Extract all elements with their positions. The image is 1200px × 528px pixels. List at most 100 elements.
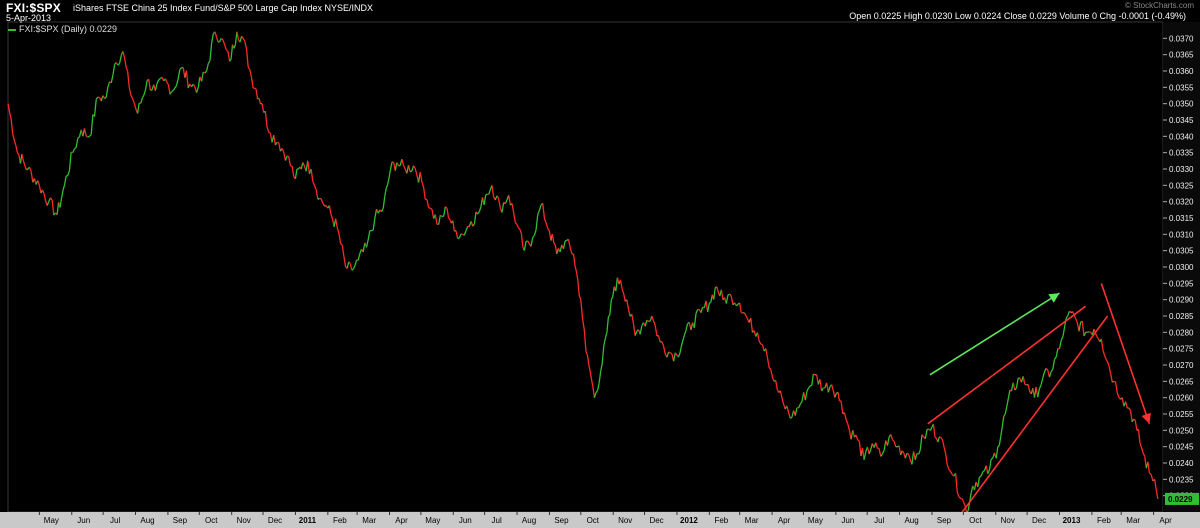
price-segment xyxy=(1124,401,1128,409)
price-segment xyxy=(603,338,606,346)
price-segment xyxy=(294,169,298,179)
price-segment xyxy=(631,314,635,324)
x-tick-label: Nov xyxy=(237,516,251,525)
price-segment xyxy=(230,44,234,60)
price-segment xyxy=(154,83,158,91)
price-segment xyxy=(1128,407,1132,412)
price-segment xyxy=(592,387,596,398)
price-segment xyxy=(886,436,890,446)
price-segment xyxy=(1121,397,1125,407)
price-segment xyxy=(906,452,909,455)
price-segment xyxy=(244,41,248,50)
price-segment xyxy=(247,66,251,71)
plot-frame xyxy=(7,21,1164,513)
price-segment xyxy=(1133,418,1136,421)
price-segment xyxy=(707,302,711,313)
price-segment xyxy=(264,111,268,127)
price-segment xyxy=(1142,452,1146,457)
price-segment xyxy=(148,79,152,91)
y-tick-label: 0.0360 xyxy=(1169,67,1194,76)
y-tick-label: 0.0295 xyxy=(1169,279,1194,288)
price-segment xyxy=(542,203,546,219)
price-segment xyxy=(473,211,477,224)
price-segment xyxy=(75,138,79,148)
price-segment xyxy=(158,77,161,81)
price-segment xyxy=(875,442,879,449)
x-tick-label: Mar xyxy=(745,516,759,525)
price-segment xyxy=(478,206,482,212)
price-segment xyxy=(43,193,47,202)
price-segment xyxy=(59,198,63,208)
price-segment xyxy=(621,288,625,294)
price-segment xyxy=(595,390,599,394)
price-segment xyxy=(220,37,224,41)
price-segment xyxy=(223,44,227,50)
y-tick-label: 0.0265 xyxy=(1169,377,1194,386)
price-segment xyxy=(798,403,801,409)
price-segment xyxy=(255,88,259,99)
price-segment xyxy=(760,343,763,346)
price-segment xyxy=(1006,398,1009,408)
price-segment xyxy=(89,134,92,137)
price-segment xyxy=(739,302,742,313)
y-tick-label: 0.0340 xyxy=(1169,132,1194,141)
price-segment xyxy=(758,340,762,345)
price-segment xyxy=(840,400,844,414)
price-segment xyxy=(729,293,732,297)
price-segment xyxy=(963,502,966,507)
price-segment xyxy=(26,168,29,171)
price-segment xyxy=(789,416,793,419)
price-segment xyxy=(1100,338,1104,350)
price-segment xyxy=(286,155,290,158)
y-tick-label: 0.0250 xyxy=(1169,426,1194,435)
price-segment xyxy=(668,351,671,354)
price-segment xyxy=(365,239,369,248)
price-segment xyxy=(806,387,810,392)
price-segment xyxy=(1000,426,1003,437)
price-segment xyxy=(604,332,608,339)
price-segment xyxy=(695,309,699,314)
price-segment xyxy=(443,206,446,217)
price-segment xyxy=(254,87,257,90)
price-segment xyxy=(904,453,908,459)
y-tick-label: 0.0305 xyxy=(1169,247,1194,256)
price-segment xyxy=(167,84,171,95)
price-segment xyxy=(268,131,271,134)
x-tick-label: May xyxy=(425,516,440,525)
price-segment xyxy=(93,99,97,117)
price-segment xyxy=(562,240,566,250)
price-segment xyxy=(583,329,587,352)
price-segment xyxy=(914,453,918,460)
y-tick-label: 0.0280 xyxy=(1169,328,1194,337)
price-segment xyxy=(1001,416,1005,428)
price-segment xyxy=(37,180,40,186)
y-tick-label: 0.0240 xyxy=(1169,459,1194,468)
y-tick-label: 0.0325 xyxy=(1169,181,1194,190)
price-segment xyxy=(533,229,537,236)
price-segment xyxy=(569,246,573,254)
price-segment xyxy=(386,177,390,185)
price-segment xyxy=(171,90,174,93)
price-segment xyxy=(250,77,254,88)
price-segment xyxy=(988,459,992,470)
price-segment xyxy=(918,449,921,455)
price-segment xyxy=(527,240,530,245)
price-segment xyxy=(535,214,539,230)
price-segment xyxy=(122,51,126,58)
price-segment xyxy=(880,453,884,457)
price-segment xyxy=(1053,356,1057,360)
price-segment xyxy=(661,341,665,347)
y-tick-label: 0.0350 xyxy=(1169,100,1194,109)
price-segment xyxy=(735,303,739,307)
x-tick-label: Nov xyxy=(1001,516,1015,525)
price-segment xyxy=(606,316,610,333)
price-segment xyxy=(209,43,213,61)
price-segment xyxy=(589,371,593,380)
price-segment xyxy=(907,454,911,460)
price-segment xyxy=(233,44,237,49)
price-segment xyxy=(538,204,542,211)
price-segment xyxy=(107,81,111,88)
price-segment xyxy=(623,293,626,302)
price-segment xyxy=(610,296,614,300)
price-segment xyxy=(598,371,602,384)
